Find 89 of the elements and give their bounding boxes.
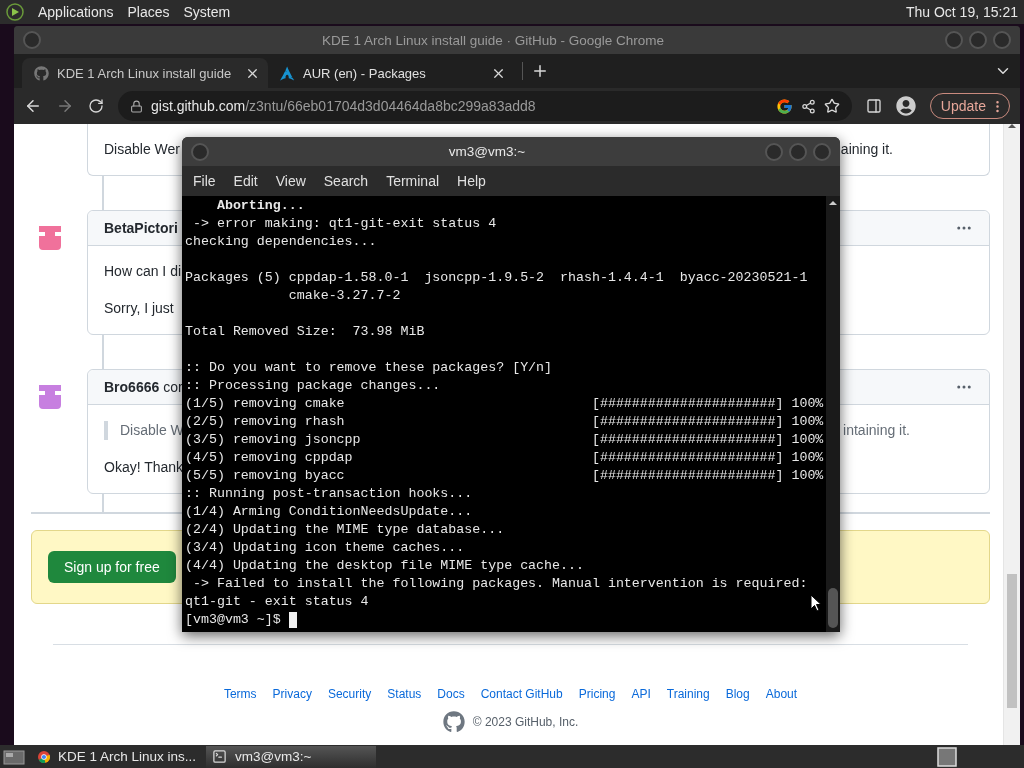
profile-icon[interactable]: [895, 96, 916, 116]
terminal-line: (2/4) Updating the MIME type database...: [185, 521, 505, 539]
mouse-pointer-icon: [810, 594, 822, 612]
taskbar-item[interactable]: KDE 1 Arch Linux ins...: [32, 745, 202, 768]
window-title: KDE 1 Arch Linux install guide · GitHub - Google Chrome: [320, 32, 666, 48]
footer-link[interactable]: Pricing: [578, 687, 616, 701]
google-icon[interactable]: [775, 97, 793, 115]
browser-tab[interactable]: AUR (en) - Packages: [268, 58, 514, 88]
star-icon[interactable]: [823, 98, 840, 114]
footer-link[interactable]: Blog: [725, 687, 750, 701]
menu-item[interactable]: Help: [457, 173, 486, 189]
footer-link[interactable]: Training: [666, 687, 710, 701]
terminal-line: Total Removed Size: 73.98 MiB: [185, 323, 425, 341]
address-bar[interactable]: gist.github.com/z3ntu/66eb01704d3d04464da8bc299a83add8: [118, 91, 852, 121]
side-panel-icon[interactable]: [865, 98, 882, 114]
footer-link[interactable]: About: [765, 687, 798, 701]
progress-text: [######################] 100%: [591, 467, 824, 485]
scroll-up-icon[interactable]: [829, 201, 837, 205]
comment-text: Disable Wer: [104, 140, 180, 159]
terminal-line: (1/5) removing cmake: [185, 396, 345, 411]
github-icon[interactable]: [442, 711, 465, 733]
lock-icon: [130, 99, 143, 113]
terminal-line: cmake-3.27.7-2: [287, 287, 401, 305]
github-icon: [34, 65, 49, 81]
terminal-line: qt1-git - exit status 4: [185, 593, 369, 611]
terminal-line: :: Do you want to remove these packages? [Y/n]: [185, 359, 553, 377]
terminal-scrollbar[interactable]: [826, 196, 840, 632]
workspace-icon[interactable]: [936, 746, 958, 767]
taskbar-item[interactable]: vm3@vm3:~: [206, 745, 376, 768]
terminal-line: (3/5) removing jsoncpp: [185, 432, 361, 447]
footer-link[interactable]: Security: [327, 687, 372, 701]
panel-menu[interactable]: Applications: [38, 4, 114, 20]
menu-item[interactable]: Edit: [233, 173, 258, 189]
footer-link[interactable]: Contact GitHub: [480, 687, 563, 701]
back-icon[interactable]: [24, 97, 42, 115]
comment-text: How can I di: [104, 262, 182, 281]
progress-text: [######################] 100%: [591, 413, 824, 431]
arch-icon: [280, 65, 295, 81]
terminal-line: (2/5) removing rhash: [185, 414, 345, 429]
menu-item[interactable]: File: [193, 173, 216, 189]
panel-menu[interactable]: Places: [127, 4, 170, 20]
footer-link[interactable]: API: [631, 687, 651, 701]
terminal-line: :: Processing package changes...: [185, 377, 441, 395]
terminal-line: Aborting...: [215, 197, 305, 215]
menu-item[interactable]: Terminal: [386, 173, 440, 189]
terminal-line: -> Failed to install the following packages. Manual intervention is required:: [191, 575, 808, 593]
browser-tab[interactable]: KDE 1 Arch Linux install guide: [22, 58, 268, 88]
scroll-thumb[interactable]: [1007, 574, 1017, 708]
text-cursor: [288, 612, 297, 628]
share-icon[interactable]: [800, 98, 816, 114]
reload-icon[interactable]: [88, 98, 104, 114]
progress-text: [######################] 100%: [591, 395, 824, 413]
forward-icon[interactable]: [56, 97, 74, 115]
url-text: gist.github.com/z3ntu/66eb01704d3d04464da8bc299a83add8: [151, 98, 537, 114]
terminal-line: :: Running post-transaction hooks...: [185, 485, 473, 503]
window-title: vm3@vm3:~: [447, 144, 527, 159]
progress-text: [######################] 100%: [591, 431, 824, 449]
terminal-line: (4/5) removing cppdap: [185, 450, 353, 465]
new-tab-icon[interactable]: [531, 62, 549, 80]
menu-logo-icon[interactable]: [6, 3, 24, 21]
terminal-line: (1/4) Arming ConditionNeedsUpdate...: [185, 503, 473, 521]
menu-item[interactable]: Search: [323, 173, 369, 189]
comment-text: intaining it.: [843, 421, 911, 440]
comment-text: Sorry, I just: [104, 299, 174, 318]
browser-icon: [38, 748, 50, 765]
terminal-line: (4/4) Updating the desktop file MIME type cache...: [185, 557, 584, 575]
copyright: © 2023 GitHub, Inc.: [472, 715, 579, 729]
shell-prompt: [vm3@vm3 ~]$: [185, 611, 282, 629]
footer-link[interactable]: Status: [387, 687, 422, 701]
comment-author: Bro6666 cor: [104, 379, 183, 395]
scrollbar[interactable]: [1003, 124, 1020, 745]
comment-text: Okay! Thank: [104, 458, 184, 477]
terminal-line: (3/4) Updating icon theme caches...: [185, 539, 465, 557]
footer-link[interactable]: Docs: [437, 687, 465, 701]
progress-text: [######################] 100%: [591, 449, 824, 467]
scroll-thumb[interactable]: [828, 588, 838, 628]
terminal-line: Packages (5) cppdap-1.58.0-1 jsoncpp-1.9.5-2 rhash-1.4.4-1 byacc-20230521-1: [185, 269, 808, 287]
comment-text: aining it.: [840, 140, 894, 159]
menu-item[interactable]: View: [275, 173, 306, 189]
terminal-line: (5/5) removing byacc: [185, 468, 345, 483]
signup-button[interactable]: Sign up for free: [48, 551, 176, 583]
terminal-line: checking dependencies...: [185, 233, 377, 251]
terminal-line: -> error making: qt1-git-exit status 4: [191, 215, 497, 233]
clock: Thu Oct 19, 15:21: [905, 4, 1018, 20]
footer-link[interactable]: Terms: [223, 687, 257, 701]
footer-link[interactable]: Privacy: [272, 687, 312, 701]
terminal-icon: [212, 749, 227, 764]
comment-author: BetaPictori: [104, 220, 178, 236]
panel-menu[interactable]: System: [183, 4, 231, 20]
